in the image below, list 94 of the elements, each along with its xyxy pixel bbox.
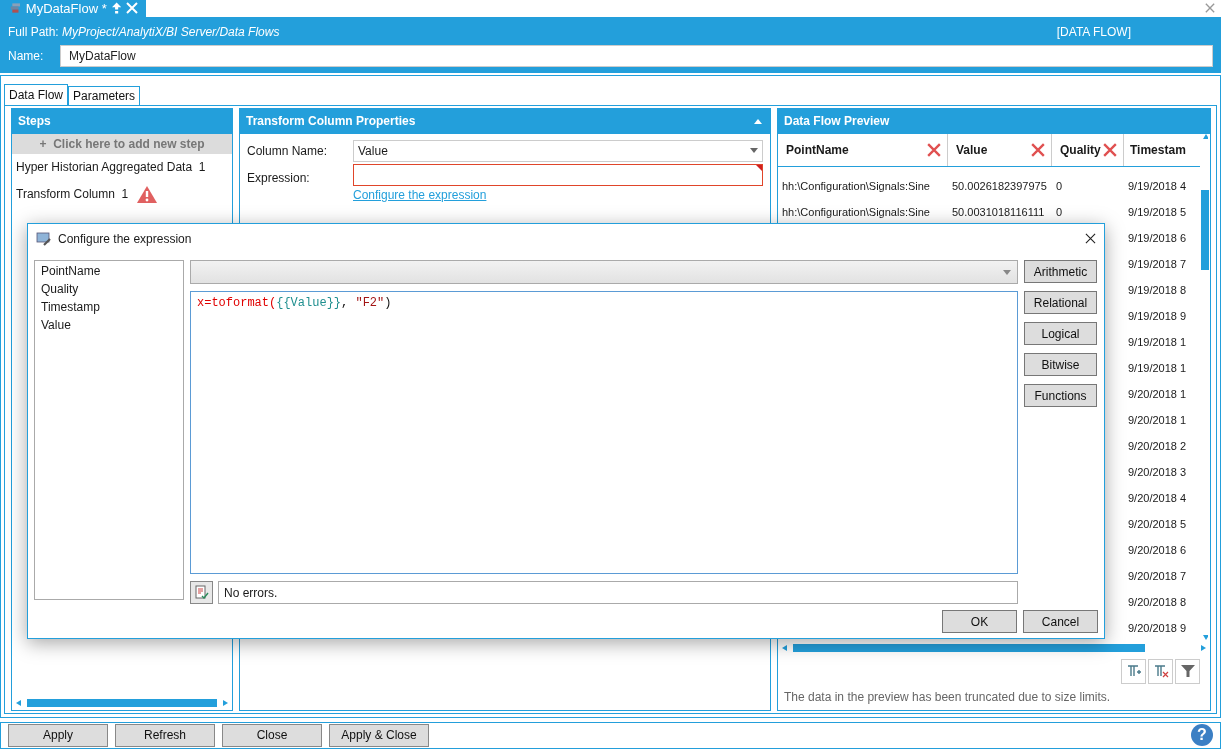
table-cell-text: 9/20/2018 8 xyxy=(1127,595,1188,608)
full-path: MyProject/AnalytiX/BI Server/Data Flows xyxy=(62,24,281,39)
column-name-dropdown[interactable]: Value xyxy=(353,139,763,162)
status-field: No errors. xyxy=(218,581,1018,604)
footer-button[interactable]: Apply & Close xyxy=(329,723,429,747)
remove-column-button[interactable] xyxy=(1148,658,1173,684)
scrollbar[interactable] xyxy=(793,643,1145,652)
scroll-right-icon[interactable] xyxy=(1201,644,1206,651)
close-icon xyxy=(1205,3,1215,14)
panel-title: Transform Column Properties xyxy=(246,114,416,129)
caret-icon xyxy=(750,148,758,154)
footer-button[interactable]: Close xyxy=(222,723,322,747)
checked-document-icon xyxy=(194,585,209,600)
operator-button[interactable]: Bitwise xyxy=(1024,353,1097,376)
panel-title: Data Flow Preview xyxy=(778,108,1210,134)
pin-icon[interactable] xyxy=(111,1,121,16)
panel-title: Steps xyxy=(12,108,232,134)
step-item[interactable]: Transform Column 1 xyxy=(16,187,129,202)
remove-column-icon xyxy=(927,142,941,157)
tab[interactable]: Data Flow xyxy=(4,83,69,105)
table-cell-text: 50.0031018116111 xyxy=(951,205,1046,218)
truncation-note: The data in the preview has been truncated due to size limits. xyxy=(783,688,1112,706)
table-cell-text: 9/20/2018 4 xyxy=(1127,491,1188,504)
column-header[interactable]: Timestam xyxy=(1124,133,1200,166)
close-icon xyxy=(126,2,138,15)
collapse-icon xyxy=(754,118,762,124)
filter-icon xyxy=(1179,663,1196,680)
step-item[interactable]: Hyper Historian Aggregated Data 1 xyxy=(16,160,206,175)
operator-button[interactable]: Functions xyxy=(1024,384,1097,407)
validate-button[interactable] xyxy=(190,581,213,604)
remove-column-icon xyxy=(1152,663,1169,680)
data-flow-icon xyxy=(10,1,21,16)
expression-editor[interactable]: x=toformat({{Value}}, "F2") xyxy=(190,291,1018,574)
table-cell-text: hh:\Configuration\Signals:Sine xyxy=(781,179,931,192)
name-field[interactable]: MyDataFlow xyxy=(60,44,1213,67)
field-label: Expression: xyxy=(247,169,311,185)
operator-button[interactable]: Relational xyxy=(1024,291,1097,314)
field-label: Full Path: xyxy=(8,24,60,39)
scroll-right-icon[interactable] xyxy=(223,699,228,706)
operator-button[interactable]: Arithmetic xyxy=(1024,260,1097,283)
table-cell-text: 50.0026182397975 xyxy=(951,179,1048,192)
table-cell-text: 9/20/2018 1 xyxy=(1127,413,1188,426)
table-cell-text: 9/19/2018 7 xyxy=(1127,257,1188,270)
filter-button[interactable] xyxy=(1175,658,1200,684)
field-item[interactable]: Timestamp xyxy=(41,300,177,314)
table-cell-text: 9/19/2018 4 xyxy=(1127,179,1188,192)
caret-icon xyxy=(1003,269,1011,275)
help-button[interactable]: ? xyxy=(1191,724,1213,747)
table-cell-text: 9/19/2018 6 xyxy=(1127,231,1188,244)
table-cell-text: 9/20/2018 6 xyxy=(1127,543,1188,556)
scroll-up-icon[interactable] xyxy=(1202,133,1208,140)
column-header[interactable]: PointName xyxy=(778,133,948,166)
operator-button[interactable]: Logical xyxy=(1024,322,1097,345)
add-column-button[interactable] xyxy=(1121,658,1146,684)
table-cell-text: 9/19/2018 5 xyxy=(1127,205,1188,218)
dialog-title: Configure the expression xyxy=(58,231,192,246)
field-label: Column Name: xyxy=(247,143,329,158)
dialog-button[interactable]: OK xyxy=(942,610,1017,633)
warning-icon xyxy=(136,184,159,204)
scroll-down-icon[interactable] xyxy=(1202,634,1208,641)
tab[interactable]: Parameters xyxy=(68,85,141,105)
field-item[interactable]: PointName xyxy=(41,264,177,278)
table-cell-text: 9/19/2018 8 xyxy=(1127,283,1188,296)
column-header[interactable]: Value xyxy=(948,133,1052,166)
footer-button[interactable]: Apply xyxy=(8,723,108,747)
table-cell-text: 9/20/2018 5 xyxy=(1127,517,1188,530)
table-cell-text: 0 xyxy=(1055,205,1064,218)
close-icon xyxy=(1085,233,1096,244)
remove-column-icon xyxy=(1031,142,1045,157)
remove-column-icon xyxy=(1103,142,1117,157)
table-cell-text: 9/19/2018 9 xyxy=(1127,309,1188,322)
field-item[interactable]: Quality xyxy=(41,282,177,296)
table-cell-text: 9/20/2018 7 xyxy=(1127,569,1188,582)
column-header[interactable]: Quality xyxy=(1052,133,1124,166)
scrollbar[interactable] xyxy=(1201,189,1209,270)
table-cell-text: 9/19/2018 1 xyxy=(1127,335,1188,348)
scrollbar[interactable] xyxy=(27,698,217,707)
footer-button[interactable]: Refresh xyxy=(115,723,215,747)
table-cell-text: hh:\Configuration\Signals:Sine xyxy=(781,205,931,218)
item-type: [DATA FLOW] xyxy=(1056,24,1131,39)
dialog-button[interactable]: Cancel xyxy=(1023,610,1098,633)
table-cell-text: 9/20/2018 3 xyxy=(1127,465,1188,478)
field-item[interactable]: Value xyxy=(41,318,177,332)
function-dropdown[interactable] xyxy=(190,260,1018,284)
error-corner-icon xyxy=(756,164,762,171)
scroll-left-icon[interactable] xyxy=(16,699,21,706)
table-cell-text: 0 xyxy=(1055,179,1064,192)
scroll-left-icon[interactable] xyxy=(782,644,787,651)
table-cell-text: 9/20/2018 2 xyxy=(1127,439,1188,452)
expression-field[interactable] xyxy=(353,163,763,186)
table-cell-text: 9/19/2018 1 xyxy=(1127,361,1188,374)
table-cell-text: 9/20/2018 9 xyxy=(1127,621,1188,634)
field-label: Name: xyxy=(8,48,45,63)
table-cell-text: 9/20/2018 1 xyxy=(1127,387,1188,400)
